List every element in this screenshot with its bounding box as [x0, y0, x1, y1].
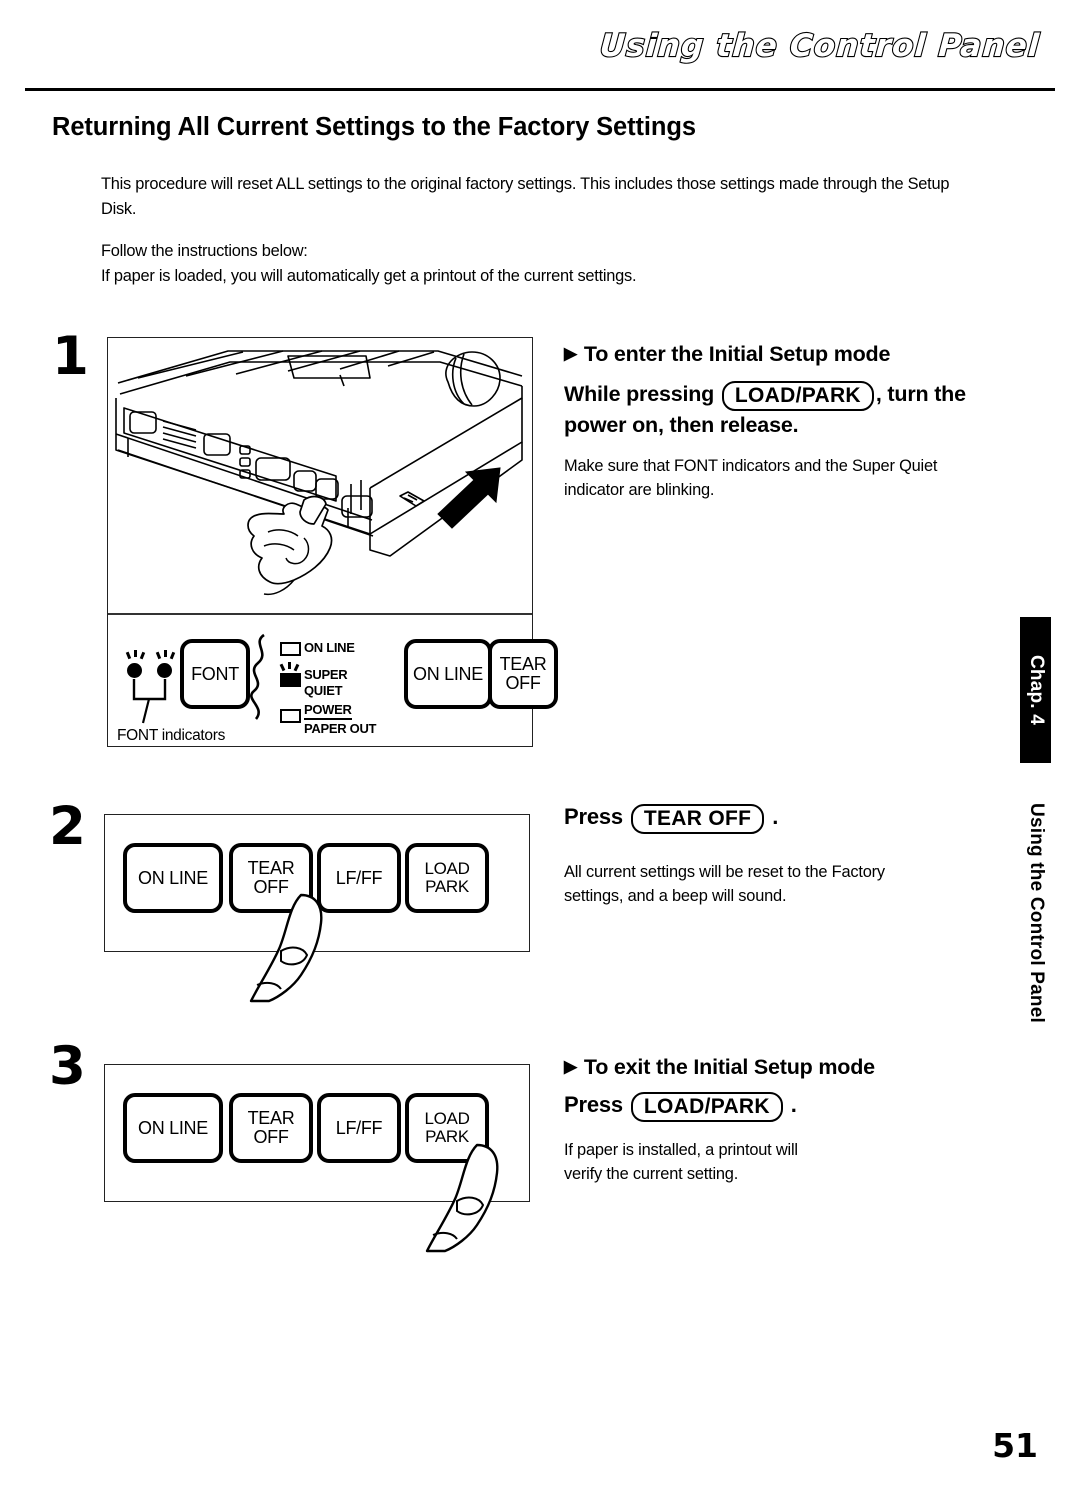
load-park-button-step2[interactable]: LOAD PARK [405, 843, 489, 913]
section-heading: Returning All Current Settings to the Fa… [52, 113, 696, 141]
lf-ff-button-step3-label: LF/FF [335, 1117, 383, 1138]
load-park-button-step2-line1: LOAD [424, 859, 470, 878]
tear-off-button[interactable]: TEAR OFF [488, 639, 558, 709]
on-line-indicator-icon [280, 642, 301, 656]
step-1-body-line2: indicator are blinking. [564, 481, 715, 499]
intro-paragraph-2-line-2: If paper is loaded, you will automatical… [101, 267, 637, 285]
paper-out-indicator-label: PAPER OUT [304, 721, 377, 736]
tear-off-keycap-step2[interactable]: TEAR OFF [630, 804, 765, 834]
step-3-body: If paper is installed, a printout will v… [564, 1138, 1024, 1186]
step-1-instruction: While pressing LOAD/PARK, turn the power… [564, 379, 1034, 440]
super-quiet-indicator-label-line2: QUIET [304, 683, 343, 698]
chapter-title-sidebar: Using the Control Panel [1020, 795, 1051, 1030]
figure-step-2: ON LINE TEAR OFF LF/FF LOAD PARK [104, 814, 530, 1003]
step-1-instruction-line2: power on, then release. [564, 413, 799, 437]
figure-step-3: ON LINE TEAR OFF LF/FF LOAD PARK [104, 1064, 530, 1253]
intro-paragraph-1: This procedure will reset ALL settings t… [101, 175, 950, 218]
figure-step-1: FONT indicators FONT ON LINE SUPER QUIET [107, 337, 558, 747]
page-header: Using the Control Panel [0, 0, 1080, 92]
header-divider-rule [25, 88, 1055, 91]
load-park-keycap-step3[interactable]: LOAD/PARK [630, 1092, 783, 1122]
on-line-button-step2[interactable]: ON LINE [123, 843, 223, 913]
pointing-finger-icon-step3 [425, 1143, 499, 1253]
page-number: 51 [992, 1426, 1038, 1465]
step-2-body-line1: All current settings will be reset to th… [564, 863, 885, 881]
step-1-instruction-post: , turn the [875, 382, 966, 406]
step-3-body-line1: If paper is installed, a printout will [564, 1141, 798, 1159]
tear-off-button-label-line1: TEAR [499, 654, 547, 674]
tear-off-button-label-line2: OFF [505, 673, 541, 693]
super-quiet-indicator-label-line1: SUPER [304, 667, 348, 682]
on-line-button-step2-label: ON LINE [138, 867, 208, 888]
on-line-button[interactable]: ON LINE [404, 639, 492, 709]
squiggle-break-icon [250, 633, 265, 720]
tear-off-button-step3-line2: OFF [253, 1127, 289, 1147]
document-page: Using the Control Panel Returning All Cu… [0, 0, 1080, 1497]
step-number-2: 2 [49, 796, 86, 857]
tear-off-button-step2-line1: TEAR [247, 858, 295, 878]
on-line-indicator-label: ON LINE [304, 640, 355, 655]
indicator-legend: ON LINE SUPER QUIET POWER PAPER OUT [279, 637, 390, 737]
step-3-press-label: Press [564, 1092, 623, 1117]
step-1-body-line1: Make sure that FONT indicators and the S… [564, 457, 938, 475]
intro-paragraph-2: Follow the instructions below: If paper … [101, 239, 981, 289]
font-indicators-label: FONT indicators [117, 727, 226, 744]
control-panel-detail: FONT indicators FONT ON LINE SUPER QUIET [108, 615, 558, 746]
step-2-period: . [772, 804, 779, 829]
step-1-body: Make sure that FONT indicators and the S… [564, 454, 1024, 502]
power-paper-out-indicator-icon [280, 709, 301, 723]
tear-off-button-step3-line1: TEAR [247, 1108, 295, 1128]
step-3-instruction: Press LOAD/PARK . [564, 1091, 797, 1122]
step-2-press-label: Press [564, 804, 623, 829]
step-1-instruction-pre: While pressing [564, 382, 715, 406]
step-3-heading: ▶ To exit the Initial Setup mode [564, 1055, 875, 1080]
on-line-button-label: ON LINE [413, 663, 483, 684]
step-3-heading-text: To exit the Initial Setup mode [583, 1055, 875, 1079]
load-park-keycap-step1[interactable]: LOAD/PARK [721, 381, 874, 411]
printer-illustration [115, 350, 523, 596]
on-line-button-step3[interactable]: ON LINE [123, 1093, 223, 1163]
step-2-body: All current settings will be reset to th… [564, 860, 1024, 908]
load-park-button-step2-line2: PARK [425, 877, 469, 896]
step-number-1: 1 [52, 326, 89, 387]
font-button[interactable]: FONT [180, 639, 250, 709]
step-3-period: . [790, 1092, 797, 1117]
step-3-body-line2: verify the current setting. [564, 1165, 739, 1183]
step-2-body-line2: settings, and a beep will sound. [564, 887, 787, 905]
pointing-finger-icon [249, 893, 323, 1003]
step-number-3: 3 [49, 1036, 86, 1097]
tear-off-button-step3[interactable]: TEAR OFF [229, 1093, 313, 1163]
lf-ff-button-step3[interactable]: LF/FF [317, 1093, 401, 1163]
chapter-title-sidebar-label: Using the Control Panel [1025, 802, 1047, 1023]
page-header-title: Using the Control Panel [598, 27, 1043, 65]
power-indicator-label: POWER [304, 703, 352, 720]
step-1-heading-text: To enter the Initial Setup mode [583, 342, 891, 366]
font-button-label: FONT [191, 663, 239, 684]
load-park-button-step3-line1: LOAD [424, 1109, 470, 1128]
triangle-bullet-icon: ▶ [564, 344, 577, 363]
lf-ff-button-step2-label: LF/FF [335, 867, 383, 888]
intro-paragraph-2-line-1: Follow the instructions below: [101, 242, 308, 260]
super-quiet-indicator-icon [280, 673, 301, 687]
on-line-button-step3-label: ON LINE [138, 1117, 208, 1138]
chapter-tab-label: Chap. 4 [1025, 654, 1047, 726]
step-1-heading: ▶ To enter the Initial Setup mode [564, 342, 890, 367]
step-2-instruction: Press TEAR OFF . [564, 803, 779, 834]
triangle-bullet-icon-step3: ▶ [564, 1057, 577, 1076]
chapter-tab: Chap. 4 [1020, 617, 1051, 763]
